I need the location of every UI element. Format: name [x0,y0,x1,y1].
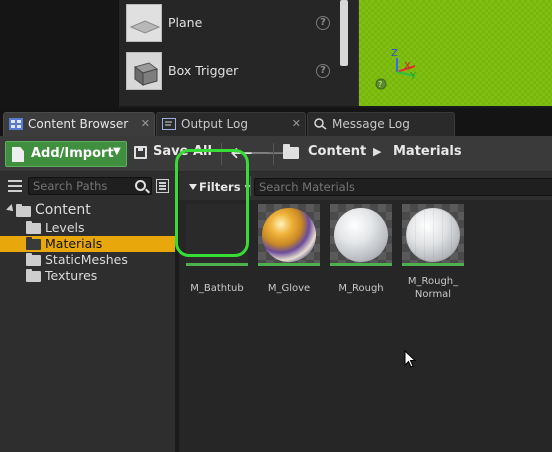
folder-icon [16,204,31,217]
chevron-down-icon: ▼ [113,146,121,157]
help-icon[interactable]: ? [316,16,330,30]
tab-bar: Content Browser ✕ Output Log ✕ Message L… [0,108,552,136]
tree-item-textures[interactable]: Textures [0,268,175,284]
save-all-label: Save All [153,144,212,159]
asset-name-line2: Normal [414,289,452,300]
save-icon [134,146,147,159]
breadcrumb-content[interactable]: Content [308,144,366,159]
asset-tile-m-rough[interactable] [330,204,392,266]
material-sphere-icon [406,208,460,262]
filter-icon [189,184,197,190]
plane-thumbnail-icon [126,4,162,42]
search-icon[interactable] [135,180,146,191]
tab-message-log[interactable]: Message Log [307,112,455,136]
filters-label: Filters [199,180,241,194]
left-toolbar-area [0,0,118,108]
tree-item-label: Materials [45,236,103,251]
place-actors-panel: Plane ? Box Trigger ? [118,0,358,106]
search-paths-input[interactable] [28,177,152,195]
scrollbar-thumb[interactable] [340,0,348,66]
svg-text:?: ? [378,80,382,89]
place-item-label: Box Trigger [168,63,239,78]
axis-label-y: Y [410,71,417,82]
filter-divider [250,176,251,196]
asset-name-line1: M_Rough_ [407,276,459,287]
axis-gizmo-icon: ? [375,58,416,90]
tree-item-label: Levels [45,220,85,235]
asset-name: M_Glove [267,283,311,294]
message-log-icon [314,118,327,130]
content-browser-icon [9,118,23,130]
new-document-icon [12,147,24,162]
folder-icon [26,269,41,282]
path-view-options-icon[interactable] [156,179,169,193]
toolbar-divider [273,143,274,165]
asset-tile-m-rough-normal[interactable] [402,204,464,266]
output-log-icon [162,118,176,130]
content-browser-toolbar: Add/Import ▼ Save All 🡐 🡒 Content ▶ Mate… [0,136,552,172]
level-viewport[interactable]: ? Z X Y [358,0,552,106]
save-all-button[interactable]: Save All [134,144,214,166]
tab-content-browser[interactable]: Content Browser ✕ [3,112,155,136]
help-icon[interactable]: ? [316,64,330,78]
folder-icon [283,144,299,159]
asset-name: M_Bathtub [190,283,244,294]
sources-toggle-icon[interactable] [8,180,22,192]
add-import-label: Add/Import [31,146,114,161]
folder-icon [26,221,41,234]
material-sphere-icon [334,208,388,262]
expand-arrow-icon[interactable] [6,204,16,214]
mouse-pointer-icon [404,350,416,368]
axis-label-z: Z [391,48,398,59]
filter-bar: Filters ▾ [179,172,552,200]
asset-view[interactable]: Filters ▾ M_Bathtub M_Glove M_Rough M_Ro… [175,149,552,452]
search-materials-input[interactable] [254,178,552,196]
close-icon[interactable]: ✕ [292,117,301,130]
tab-output-log[interactable]: Output Log ✕ [156,112,306,136]
toolbar-divider [221,143,222,165]
breadcrumb-materials[interactable]: Materials [393,144,462,159]
chevron-right-icon[interactable]: ▶ [373,145,381,158]
sources-panel: Content Levels Materials StaticMeshes Te… [0,172,177,452]
filters-button[interactable]: Filters ▾ [189,180,250,194]
material-sphere-icon [262,208,316,262]
folder-icon [26,237,41,250]
tree-item-staticmeshes[interactable]: StaticMeshes [0,252,175,268]
tab-label: Message Log [332,117,410,131]
tree-item-label: Textures [45,268,98,283]
tree-item-content[interactable]: Content [0,202,175,219]
add-import-button[interactable]: Add/Import ▼ [5,141,127,167]
asset-tile-m-bathtub[interactable] [186,204,248,266]
tree-item-label: Content [35,202,91,218]
place-item-box-trigger[interactable]: Box Trigger ? [119,48,349,94]
place-item-plane[interactable]: Plane ? [119,0,349,46]
asset-tile-m-glove[interactable] [258,204,320,266]
folder-icon [26,253,41,266]
tree-item-levels[interactable]: Levels [0,220,175,236]
tree-item-label: StaticMeshes [45,252,128,267]
asset-name: M_Rough [338,283,384,294]
tab-label: Output Log [181,117,248,131]
box-trigger-thumbnail-icon [126,52,162,90]
place-item-label: Plane [168,15,203,30]
tab-label: Content Browser [28,117,129,131]
close-icon[interactable]: ✕ [141,117,150,130]
tree-item-materials[interactable]: Materials [0,236,175,252]
